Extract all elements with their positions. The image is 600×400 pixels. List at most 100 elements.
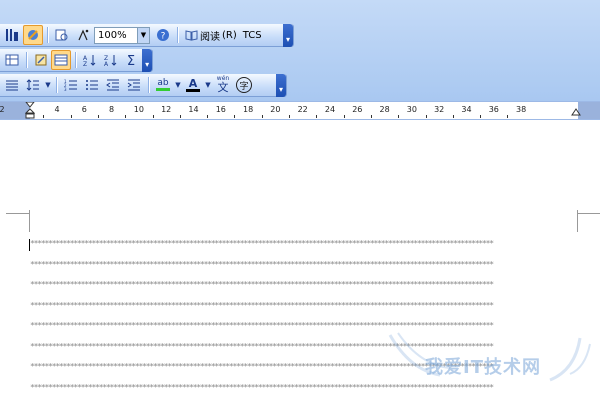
autoformat-icon[interactable] bbox=[31, 50, 51, 70]
zoom-value: 100% bbox=[98, 29, 127, 41]
ruler-label: 26 bbox=[352, 105, 363, 114]
tcs-label: TCS bbox=[242, 29, 262, 41]
drawing-icon[interactable] bbox=[23, 25, 43, 45]
phonetic-guide-button[interactable]: wén 文 bbox=[213, 75, 233, 95]
formatting-toolbar: ▼ 123 ab ▼ A ▼ wén 文 字 ▾ bbox=[0, 73, 287, 97]
document-line[interactable]: ****************************************… bbox=[30, 261, 577, 269]
help-icon[interactable]: ? bbox=[153, 25, 173, 45]
ruler-tick bbox=[398, 115, 400, 118]
ruler-tick bbox=[316, 115, 318, 118]
toolbar-options-icon[interactable]: ▾ bbox=[283, 23, 293, 47]
chevron-down-icon[interactable]: ▼ bbox=[174, 75, 182, 95]
ruler-tick bbox=[97, 115, 99, 118]
ruler-label: 10 bbox=[133, 105, 144, 114]
standard-toolbar: 100% ▼ ? 阅读 (R) TCS ▾ bbox=[0, 23, 294, 47]
chevron-down-icon[interactable]: ▼ bbox=[44, 75, 52, 95]
numbering-icon[interactable]: 123 bbox=[61, 75, 81, 95]
highlight-color-bar bbox=[156, 88, 170, 91]
svg-text:Σ: Σ bbox=[127, 54, 135, 67]
ruler-label: 36 bbox=[488, 105, 499, 114]
ruler-label: 8 bbox=[109, 105, 115, 114]
bullets-icon[interactable] bbox=[82, 75, 102, 95]
phonetic-char: 文 bbox=[217, 81, 229, 94]
chevron-down-icon[interactable]: ▼ bbox=[137, 27, 149, 43]
indent-marker-icon[interactable] bbox=[24, 101, 36, 122]
ruler-tick bbox=[125, 115, 127, 118]
distributed-align-icon[interactable] bbox=[2, 75, 22, 95]
grid-table-icon[interactable] bbox=[51, 50, 72, 70]
crop-mark bbox=[6, 213, 30, 214]
ruler-label: 12 bbox=[161, 105, 172, 114]
ruler-tick bbox=[507, 115, 509, 118]
font-color-bar bbox=[186, 89, 200, 92]
ruler-label: 38 bbox=[516, 105, 527, 114]
sort-ascending-icon[interactable]: AZ bbox=[80, 50, 100, 70]
document-line[interactable]: ****************************************… bbox=[30, 281, 577, 289]
ruler-tick bbox=[43, 115, 45, 118]
separator bbox=[177, 27, 179, 43]
toolbar-options-icon[interactable]: ▾ bbox=[142, 48, 153, 72]
enclose-char: 字 bbox=[236, 77, 252, 93]
ruler-tick bbox=[480, 115, 482, 118]
ruler-tick bbox=[70, 115, 72, 118]
ruler-label: 32 bbox=[434, 105, 445, 114]
autosum-icon[interactable]: Σ bbox=[121, 50, 141, 70]
sort-descending-icon[interactable]: ZA bbox=[101, 50, 121, 70]
ruler-label: 22 bbox=[297, 105, 308, 114]
separator bbox=[47, 27, 49, 43]
separator bbox=[148, 77, 150, 93]
enclose-characters-button[interactable]: 字 bbox=[234, 75, 254, 95]
columns-icon[interactable] bbox=[2, 25, 22, 45]
watermark-text: 我爱IT技术网 bbox=[425, 357, 541, 378]
ruler-tick bbox=[261, 115, 263, 118]
ruler-label: 2 bbox=[0, 105, 5, 114]
line-spacing-icon[interactable] bbox=[23, 75, 43, 95]
decrease-indent-icon[interactable] bbox=[103, 75, 123, 95]
ruler-tick bbox=[289, 115, 291, 118]
highlight-button[interactable]: ab bbox=[153, 75, 173, 95]
ruler-right-margin bbox=[578, 102, 600, 119]
ruler-label: 16 bbox=[215, 105, 226, 114]
book-icon bbox=[185, 30, 198, 41]
ruler-tick bbox=[425, 115, 427, 118]
highlight-icon: ab bbox=[157, 78, 169, 88]
ruler-tick bbox=[179, 115, 181, 118]
document-map-icon[interactable] bbox=[52, 25, 72, 45]
ruler-tick bbox=[152, 115, 154, 118]
ruler-label: 28 bbox=[379, 105, 390, 114]
font-color-button[interactable]: A bbox=[183, 75, 203, 95]
ruler-label: 20 bbox=[270, 105, 281, 114]
svg-text:Z: Z bbox=[83, 61, 87, 67]
ruler-label: 18 bbox=[243, 105, 254, 114]
horizontal-ruler[interactable]: 2 4 6 8 10 12 14 16 18 20 22 24 26 28 30 32 34 36 38 bbox=[0, 101, 600, 120]
increase-indent-icon[interactable] bbox=[124, 75, 144, 95]
ruler-label: 30 bbox=[406, 105, 417, 114]
read-button[interactable]: 阅读 (R) bbox=[182, 25, 240, 45]
document-line[interactable]: ****************************************… bbox=[30, 240, 577, 248]
crop-mark bbox=[29, 210, 30, 232]
font-color-icon: A bbox=[188, 77, 198, 90]
ruler-tick bbox=[452, 115, 454, 118]
right-indent-marker-icon[interactable] bbox=[571, 108, 581, 120]
ruler-label: 24 bbox=[324, 105, 336, 114]
ruler-label: 14 bbox=[188, 105, 199, 114]
document-line[interactable]: ****************************************… bbox=[30, 302, 577, 310]
tcs-button[interactable]: TCS bbox=[240, 25, 265, 45]
svg-text:3: 3 bbox=[64, 87, 67, 92]
toolbar-options-icon[interactable]: ▾ bbox=[276, 73, 286, 97]
read-shortcut: (R) bbox=[222, 29, 237, 41]
ruler-tick bbox=[343, 115, 345, 118]
tables-toolbar: AZ ZA Σ ▾ bbox=[0, 48, 153, 72]
zoom-select[interactable]: 100% ▼ bbox=[94, 26, 150, 44]
separator bbox=[75, 52, 78, 68]
separator bbox=[56, 77, 58, 93]
ruler-tick bbox=[234, 115, 236, 118]
ruler-label: 4 bbox=[54, 105, 60, 114]
svg-text:?: ? bbox=[161, 32, 166, 42]
separator bbox=[25, 52, 28, 68]
show-hide-icon[interactable] bbox=[73, 25, 93, 45]
table-icon[interactable] bbox=[2, 50, 22, 70]
chevron-down-icon[interactable]: ▼ bbox=[204, 75, 212, 95]
read-label: 阅读 bbox=[200, 31, 220, 43]
document-line[interactable]: ****************************************… bbox=[30, 322, 577, 330]
